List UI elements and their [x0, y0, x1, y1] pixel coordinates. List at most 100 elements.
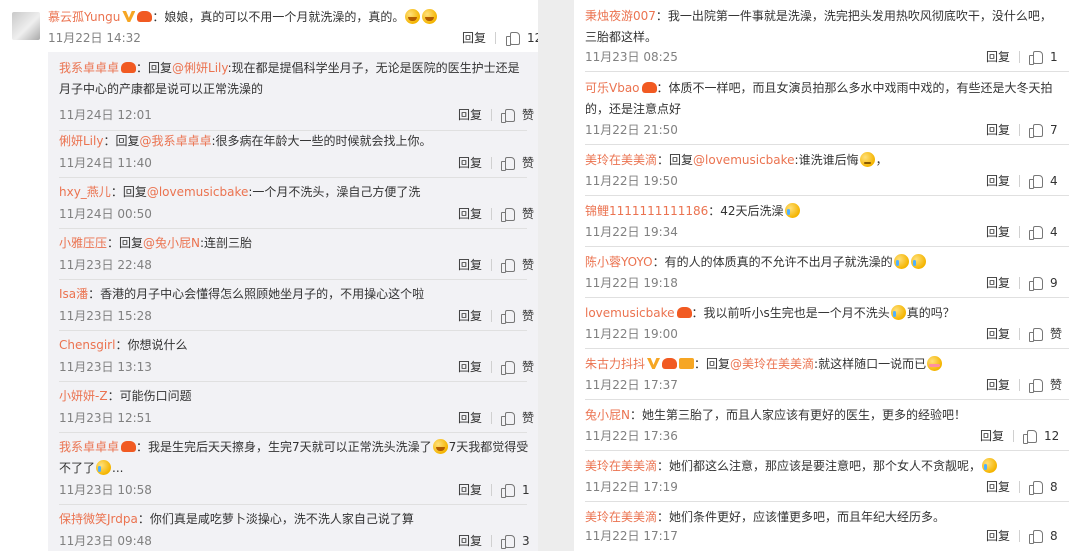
reply-time: 11月23日 22:48	[59, 258, 152, 272]
reply-button[interactable]: 回复	[458, 206, 482, 222]
action-divider	[491, 259, 492, 271]
action-divider	[1019, 530, 1020, 542]
like-button[interactable]: 1	[501, 482, 530, 498]
action-divider	[491, 361, 492, 373]
reply-button[interactable]: 回复	[458, 533, 482, 549]
reply-username[interactable]: 我系卓卓卓	[59, 61, 119, 75]
thumb-up-icon	[501, 108, 515, 123]
comment-username[interactable]: 朱古力抖抖	[585, 357, 645, 371]
comment-username[interactable]: 陈小蓉YOYO	[585, 255, 653, 269]
comment-meta: 11月22日 14:32 回复 12	[48, 30, 538, 46]
reply-button[interactable]: 回复	[986, 326, 1010, 342]
comment-username[interactable]: 美玲在美美滴	[585, 510, 657, 524]
reply-username[interactable]: 保持微笑Jrdpa	[59, 512, 138, 526]
like-button[interactable]: 赞	[1029, 326, 1062, 342]
like-button[interactable]: 3	[501, 533, 530, 549]
divider	[59, 432, 527, 433]
reply-username[interactable]: Isa潘	[59, 287, 88, 301]
avatar[interactable]	[12, 12, 40, 40]
reply-button[interactable]: 回复	[462, 30, 486, 46]
reply-username[interactable]: 小妍妍-Z	[59, 389, 108, 403]
thumb-up-icon	[1029, 378, 1043, 393]
like-button[interactable]: 赞	[501, 155, 534, 171]
like-count: 7	[1050, 123, 1058, 137]
comment-username[interactable]: 美玲在美美滴	[585, 153, 657, 167]
like-button[interactable]: 7	[1029, 122, 1058, 138]
reply-username[interactable]: 我系卓卓卓	[59, 440, 119, 454]
like-button[interactable]: 12	[506, 30, 538, 46]
comment-time: 11月22日 19:50	[585, 174, 678, 188]
comment-text: ：我一出院第一件事就是洗澡，洗完把头发用热吹风彻底吹干，没什么吧，三胎都这样。	[585, 9, 1052, 44]
like-button[interactable]: 赞	[501, 308, 534, 324]
like-button[interactable]: 赞	[501, 257, 534, 273]
like-button[interactable]: 赞	[501, 410, 534, 426]
cry-emoji-icon	[982, 458, 998, 473]
thumb-up-icon	[501, 483, 515, 498]
like-button[interactable]: 9	[1029, 275, 1058, 291]
reply-button[interactable]: 回复	[986, 377, 1010, 393]
member-badge-icon	[137, 11, 153, 22]
reply-username[interactable]: hxy_燕儿	[59, 185, 111, 199]
reply-button[interactable]: 回复	[986, 122, 1010, 138]
reply-button[interactable]: 回复	[458, 257, 482, 273]
thumb-up-icon	[1029, 50, 1043, 65]
like-button[interactable]: 8	[1029, 479, 1058, 495]
thumb-up-icon	[501, 207, 515, 222]
like-button[interactable]: 1	[1029, 49, 1058, 65]
reply-time: 11月23日 13:13	[59, 360, 152, 374]
like-count: 12	[527, 31, 538, 45]
action-divider	[491, 157, 492, 169]
mention-link[interactable]: @我系卓卓卓	[139, 134, 211, 148]
member-badge-icon	[676, 307, 692, 318]
reply-username[interactable]: 俐妍Lily	[59, 134, 103, 148]
divider	[59, 279, 527, 280]
like-button[interactable]: 赞	[501, 107, 534, 123]
like-button[interactable]: 4	[1029, 173, 1058, 189]
mention-link[interactable]: @lovemusicbake	[693, 153, 795, 167]
comment-username[interactable]: 锦鲤1111111111186	[585, 204, 708, 218]
like-button[interactable]: 4	[1029, 224, 1058, 240]
reply-button[interactable]: 回复	[458, 155, 482, 171]
mention-link[interactable]: @俐妍Lily	[172, 61, 228, 75]
reply-button[interactable]: 回复	[980, 428, 1004, 444]
reply-button[interactable]: 回复	[986, 224, 1010, 240]
reply-username[interactable]: 小雅压压	[59, 236, 107, 250]
divider	[585, 195, 1069, 196]
reply-button[interactable]: 回复	[458, 308, 482, 324]
laugh-emoji-icon	[422, 9, 438, 24]
comment-username[interactable]: 秉烛夜游007	[585, 9, 656, 23]
reply-button[interactable]: 回复	[986, 479, 1010, 495]
reply-button[interactable]: 回复	[986, 49, 1010, 65]
like-button[interactable]: 赞	[501, 359, 534, 375]
reply-button[interactable]: 回复	[458, 107, 482, 123]
reply-button[interactable]: 回复	[986, 275, 1010, 291]
comment-meta: 11月22日 19:18 回复 9	[585, 275, 1059, 291]
mention-link[interactable]: @兔小屁N	[143, 236, 200, 250]
comment-username[interactable]: lovemusicbake	[585, 306, 675, 320]
divider	[59, 504, 527, 505]
comment-username[interactable]: 兔小屁N	[585, 408, 630, 422]
mention-link[interactable]: @美玲在美美滴	[730, 357, 814, 371]
like-button[interactable]: 8	[1029, 528, 1058, 544]
comment-username[interactable]: 慕云孤Yungu	[48, 10, 120, 24]
reply-button[interactable]: 回复	[458, 410, 482, 426]
thumb-up-icon	[1029, 123, 1043, 138]
reply-time: 11月23日 09:48	[59, 534, 152, 548]
reply-button[interactable]: 回复	[458, 482, 482, 498]
reply-text: ：可能伤口问题	[107, 389, 192, 403]
comment-time: 11月22日 17:19	[585, 480, 678, 494]
mention-link[interactable]: @lovemusicbake	[147, 185, 249, 199]
comment-time: 11月22日 17:17	[585, 529, 678, 543]
like-button[interactable]: 12	[1023, 428, 1059, 444]
like-button[interactable]: 赞	[1029, 377, 1062, 393]
reply-button[interactable]: 回复	[986, 528, 1010, 544]
thumb-up-icon	[501, 156, 515, 171]
reply-button[interactable]: 回复	[458, 359, 482, 375]
reply-text: :一个月不洗头，澡自己方便了洗	[248, 185, 421, 199]
comment-username[interactable]: 可乐Vbao	[585, 81, 640, 95]
reply-button[interactable]: 回复	[986, 173, 1010, 189]
like-button[interactable]: 赞	[501, 206, 534, 222]
laugh-emoji-icon	[432, 439, 448, 454]
reply-username[interactable]: Chensgirl	[59, 338, 115, 352]
comment-username[interactable]: 美玲在美美滴	[585, 459, 657, 473]
